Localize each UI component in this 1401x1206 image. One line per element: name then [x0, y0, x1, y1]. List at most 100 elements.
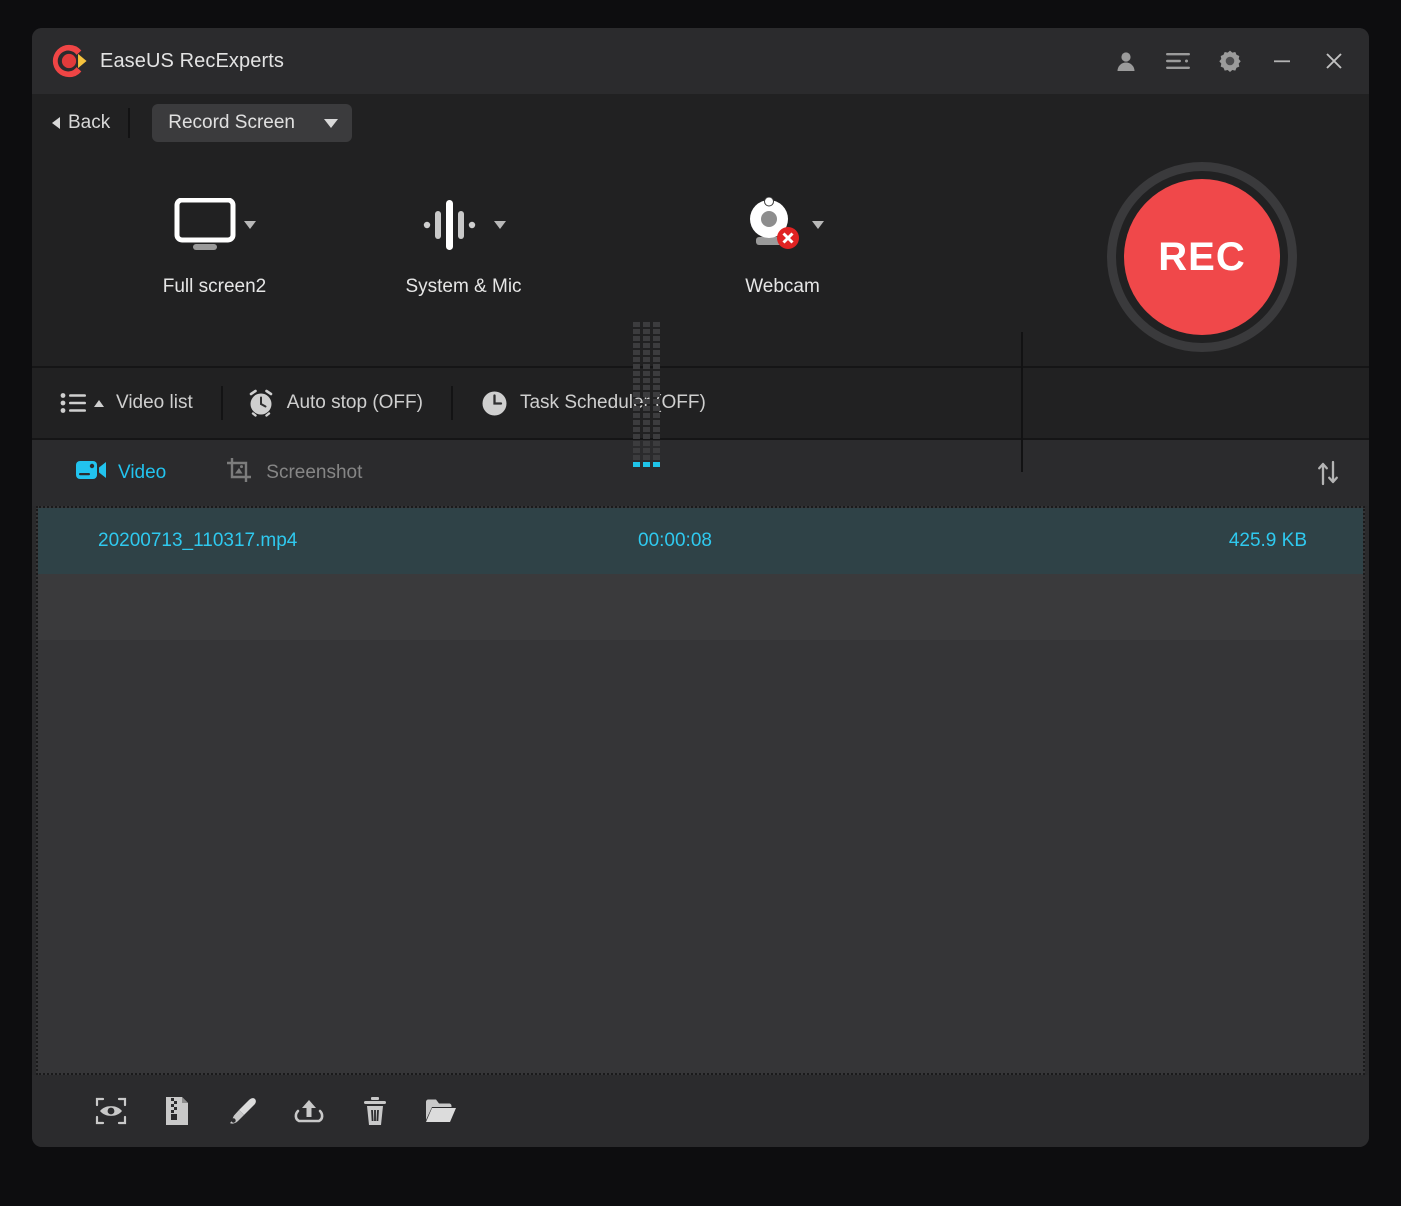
volume-meter-dot: [643, 385, 650, 390]
auto-stop-button[interactable]: Auto stop (OFF): [223, 383, 451, 423]
monitor-icon: [174, 198, 236, 252]
audio-waveform-icon: [422, 197, 486, 253]
delete-trash-icon[interactable]: [352, 1088, 398, 1134]
navigation-bar: Back Record Screen: [32, 94, 1369, 152]
navbar-divider: [128, 108, 131, 138]
volume-meter-dot: [643, 455, 650, 460]
source-fullscreen-chevron-down-icon[interactable]: [243, 221, 256, 229]
source-webcam-label: Webcam: [745, 276, 820, 297]
webcam-disabled-icon: [742, 197, 804, 253]
edit-brush-icon[interactable]: [220, 1088, 266, 1134]
account-icon[interactable]: [1113, 48, 1139, 74]
video-camera-icon: [76, 459, 106, 487]
volume-meter-dot: [633, 455, 640, 460]
volume-meter-dot: [643, 420, 650, 425]
volume-meter-dot: [653, 441, 660, 446]
volume-meter-dot: [643, 378, 650, 383]
volume-meter-dot: [653, 399, 660, 404]
empty-row: [38, 574, 1363, 640]
chevron-down-icon: [324, 118, 339, 128]
back-caret-icon: [52, 117, 60, 129]
volume-meter-dot: [633, 322, 640, 327]
upload-share-icon[interactable]: [286, 1088, 332, 1134]
tab-video-label: Video: [118, 462, 167, 483]
file-name: 20200713_110317.mp4: [98, 530, 298, 551]
volume-meter-dot: [653, 392, 660, 397]
file-list-area[interactable]: 20200713_110317.mp4 00:00:08 425.9 KB آي…: [36, 506, 1365, 1075]
volume-meter-dot: [633, 364, 640, 369]
tab-screenshot[interactable]: Screenshot: [226, 457, 362, 489]
record-button[interactable]: REC: [1107, 162, 1297, 352]
back-button[interactable]: Back: [50, 108, 128, 138]
volume-meter-dot: [653, 462, 660, 467]
record-button-label: REC: [1158, 234, 1246, 279]
minimize-icon[interactable]: [1269, 48, 1295, 74]
volume-meter-dot: [653, 322, 660, 327]
volume-meter-dot: [643, 441, 650, 446]
volume-meter-dot: [633, 371, 640, 376]
source-webcam-icon-row: [742, 190, 824, 260]
volume-meter-dot: [653, 455, 660, 460]
volume-meter-dot: [653, 364, 660, 369]
titlebar: EaseUS RecExperts: [32, 28, 1369, 94]
auto-stop-label: Auto stop (OFF): [286, 392, 423, 413]
volume-meter-dot: [653, 413, 660, 418]
volume-meter-dot: [633, 420, 640, 425]
options-bar: Video list Auto stop (OFF) Task Schedule…: [32, 368, 1369, 440]
volume-meter-dot: [643, 462, 650, 467]
tab-video[interactable]: Video: [76, 459, 166, 487]
source-fullscreen[interactable]: Full screen2: [112, 152, 317, 298]
volume-meter-dot: [633, 357, 640, 362]
volume-meter-dot: [653, 343, 660, 348]
volume-meter-dot: [653, 371, 660, 376]
task-scheduler-label: Task Scheduler (OFF): [519, 392, 706, 413]
volume-meter-dot: [653, 420, 660, 425]
volume-meter-dot: [643, 448, 650, 453]
record-mode-select[interactable]: Record Screen: [152, 104, 353, 142]
compress-icon[interactable]: [154, 1088, 200, 1134]
volume-meter-dot: [653, 434, 660, 439]
source-audio[interactable]: System & Mic: [361, 152, 566, 298]
sort-updown-icon[interactable]: [1315, 460, 1341, 486]
source-audio-icon-row: [422, 190, 506, 260]
source-audio-label: System & Mic: [405, 276, 522, 297]
close-icon[interactable]: [1321, 48, 1347, 74]
volume-meter-dot: [643, 371, 650, 376]
volume-meter-dot: [633, 427, 640, 432]
video-list-label: Video list: [116, 392, 193, 413]
volume-meter-dot: [633, 434, 640, 439]
alarm-clock-icon: [247, 389, 275, 417]
volume-meter-dot: [633, 336, 640, 341]
clock-icon: [481, 390, 508, 417]
source-audio-chevron-down-icon[interactable]: [493, 221, 506, 229]
volume-meter-dot: [643, 427, 650, 432]
open-folder-icon[interactable]: [418, 1088, 464, 1134]
record-mode-value: Record Screen: [168, 112, 295, 133]
volume-meter-dot: [633, 448, 640, 453]
volume-meter-dot: [643, 434, 650, 439]
source-fullscreen-icon-row: [174, 190, 256, 260]
app-window: EaseUS RecExperts Back Record Screen Ful…: [32, 28, 1369, 1147]
volume-meter-dot: [633, 350, 640, 355]
panel-separator: [1021, 332, 1023, 472]
volume-meter-dot: [643, 364, 650, 369]
preview-icon[interactable]: [88, 1088, 134, 1134]
volume-meter-dot: [653, 406, 660, 411]
volume-meter-dot: [643, 329, 650, 334]
volume-meter-dot: [633, 343, 640, 348]
task-scheduler-button[interactable]: Task Scheduler (OFF): [453, 383, 734, 423]
volume-meter-dot: [633, 399, 640, 404]
gear-icon[interactable]: [1217, 48, 1243, 74]
menu-icon[interactable]: [1165, 48, 1191, 74]
volume-meter-dot: [653, 378, 660, 383]
media-tabs-bar: Video Screenshot: [32, 440, 1369, 506]
source-webcam-chevron-down-icon[interactable]: [811, 221, 824, 229]
video-list-button[interactable]: Video list: [50, 383, 221, 423]
caret-up-icon: [94, 399, 104, 407]
volume-meter-dot: [643, 343, 650, 348]
table-row[interactable]: 20200713_110317.mp4 00:00:08 425.9 KB: [38, 508, 1363, 574]
source-webcam[interactable]: Webcam: [680, 152, 885, 298]
list-icon: [60, 392, 86, 414]
volume-meter-dot: [643, 357, 650, 362]
volume-meter-dot: [633, 385, 640, 390]
